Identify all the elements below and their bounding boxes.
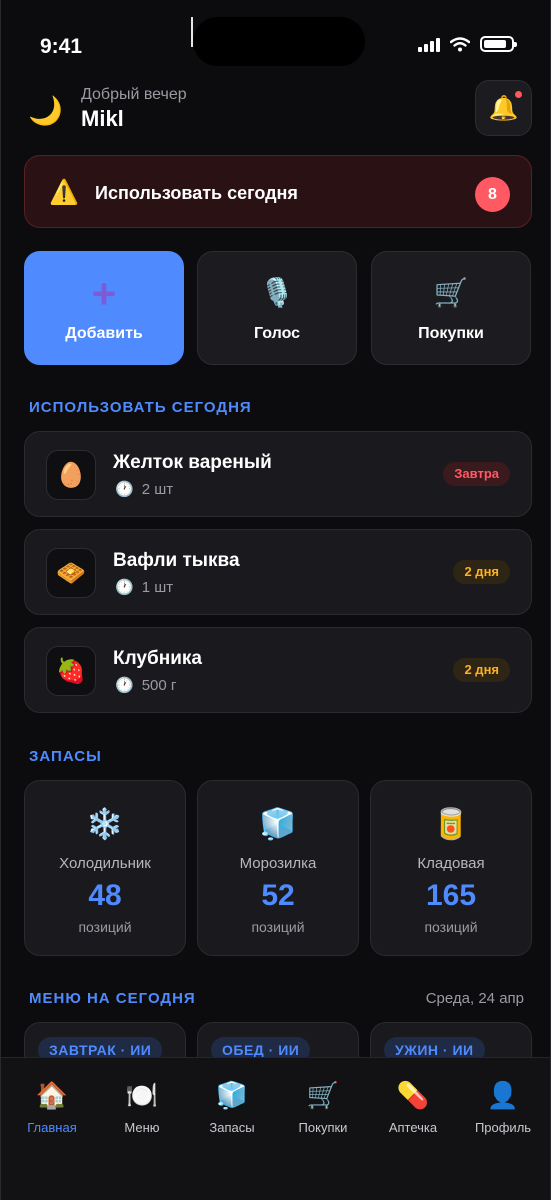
voice-button[interactable]: 🎙️ Голос xyxy=(197,251,357,365)
canned-food-icon: 🥫 xyxy=(432,808,470,841)
pill-icon: 💊 xyxy=(396,1080,430,1110)
shopping-cart-icon: 🛒 xyxy=(433,277,469,308)
stock-card-freezer[interactable]: 🧊 Морозилка 52 позиций xyxy=(197,780,359,956)
shopping-button-label: Покупки xyxy=(418,325,484,342)
status-bar: 9:41 xyxy=(1,0,550,90)
house-icon: 🏠 xyxy=(35,1080,69,1110)
add-button[interactable]: + Добавить xyxy=(24,251,184,365)
stock-name: Холодильник xyxy=(59,855,151,872)
battery-icon xyxy=(480,36,517,52)
warning-icon: ⚠️ xyxy=(49,179,79,206)
list-item[interactable]: 🧇 Вафли тыква 🕐 1 шт 2 дня xyxy=(24,529,532,615)
item-name: Клубника xyxy=(113,648,202,669)
alert-text: Использовать сегодня xyxy=(95,183,298,203)
dynamic-island xyxy=(193,17,365,66)
expiry-badge: 2 дня xyxy=(453,560,510,584)
tab-label: Главная xyxy=(27,1120,77,1135)
tab-home[interactable]: 🏠 Главная xyxy=(12,1078,92,1135)
item-name: Желток вареный xyxy=(113,452,272,473)
menu-date: Среда, 24 апр xyxy=(425,990,524,1007)
clock-icon: 🕐 xyxy=(115,579,134,596)
strawberry-icon: 🍓 xyxy=(46,646,96,696)
notifications-button[interactable]: 🔔 xyxy=(475,80,532,136)
stock-name: Кладовая xyxy=(417,855,485,872)
microphone-icon: 🎙️ xyxy=(259,277,295,308)
status-icons xyxy=(418,36,517,52)
item-name: Вафли тыква xyxy=(113,550,240,571)
bell-icon: 🔔 xyxy=(488,94,519,122)
plate-cutlery-icon: 🍽️ xyxy=(125,1080,159,1110)
tab-menu[interactable]: 🍽️ Меню xyxy=(102,1078,182,1135)
expiry-badge: Завтра xyxy=(443,462,510,486)
shopping-button[interactable]: 🛒 Покупки xyxy=(371,251,531,365)
plus-icon: + xyxy=(91,270,117,317)
item-quantity: 🕐 2 шт xyxy=(115,481,174,498)
status-time: 9:41 xyxy=(40,35,83,58)
stock-unit: позиций xyxy=(424,919,478,935)
tab-label: Покупки xyxy=(298,1120,348,1135)
notification-dot xyxy=(515,91,522,98)
ice-cube-icon: 🧊 xyxy=(259,808,297,841)
list-item[interactable]: 🥚 Желток вареный 🕐 2 шт Завтра xyxy=(24,431,532,517)
app-frame: 9:41 🌙 Добрый вечер Mikl 🔔 ⚠️ Использова… xyxy=(0,0,551,1200)
tab-bar: 🏠 Главная 🍽️ Меню 🧊 Запасы 🛒 Покупки 💊 А… xyxy=(1,1057,550,1200)
stock-card-fridge[interactable]: ❄️ Холодильник 48 позиций xyxy=(24,780,186,956)
ice-cube-icon: 🧊 xyxy=(215,1080,249,1110)
greeting-text: Добрый вечер xyxy=(81,86,187,103)
cellular-signal-icon xyxy=(418,36,440,52)
item-quantity: 🕐 500 г xyxy=(115,677,177,694)
stock-card-pantry[interactable]: 🥫 Кладовая 165 позиций xyxy=(370,780,532,956)
stock-unit: позиций xyxy=(78,919,132,935)
tab-shopping[interactable]: 🛒 Покупки xyxy=(283,1078,363,1135)
tab-label: Запасы xyxy=(209,1120,255,1135)
expiry-badge: 2 дня xyxy=(453,658,510,682)
menu-title: МЕНЮ НА СЕГОДНЯ xyxy=(29,990,196,1007)
tab-label: Аптечка xyxy=(388,1120,438,1135)
stock-unit: позиций xyxy=(251,919,305,935)
stock-count: 165 xyxy=(425,879,477,912)
tab-profile[interactable]: 👤 Профиль xyxy=(463,1078,543,1135)
clock-icon: 🕐 xyxy=(115,677,134,694)
stock-name: Морозилка xyxy=(239,855,317,872)
stock-count: 48 xyxy=(88,879,122,912)
alert-count-badge: 8 xyxy=(475,177,510,212)
shopping-cart-icon: 🛒 xyxy=(306,1080,340,1110)
stock-title: ЗАПАСЫ xyxy=(29,748,102,765)
clock-icon: 🕐 xyxy=(115,481,134,498)
tab-pharmacy[interactable]: 💊 Аптечка xyxy=(373,1078,453,1135)
tab-label: Меню xyxy=(124,1120,160,1135)
user-silhouette-icon: 👤 xyxy=(486,1080,520,1110)
moon-icon: 🌙 xyxy=(28,95,63,126)
use-today-alert[interactable]: ⚠️ Использовать сегодня 8 xyxy=(24,155,532,228)
use-today-title: ИСПОЛЬЗОВАТЬ СЕГОДНЯ xyxy=(29,399,252,416)
item-quantity: 🕐 1 шт xyxy=(115,579,174,596)
voice-button-label: Голос xyxy=(253,325,301,342)
tab-label: Профиль xyxy=(474,1120,532,1135)
snowflake-icon: ❄️ xyxy=(86,808,124,841)
header: 🌙 Добрый вечер Mikl 🔔 xyxy=(24,80,532,138)
list-item[interactable]: 🍓 Клубника 🕐 500 г 2 дня xyxy=(24,627,532,713)
username: Mikl xyxy=(81,106,124,131)
add-button-label: Добавить xyxy=(65,325,143,342)
waffle-icon: 🧇 xyxy=(46,548,96,598)
stock-count: 52 xyxy=(261,879,295,912)
tab-stock[interactable]: 🧊 Запасы xyxy=(192,1078,272,1135)
wifi-icon xyxy=(450,36,470,51)
egg-icon: 🥚 xyxy=(46,450,96,500)
